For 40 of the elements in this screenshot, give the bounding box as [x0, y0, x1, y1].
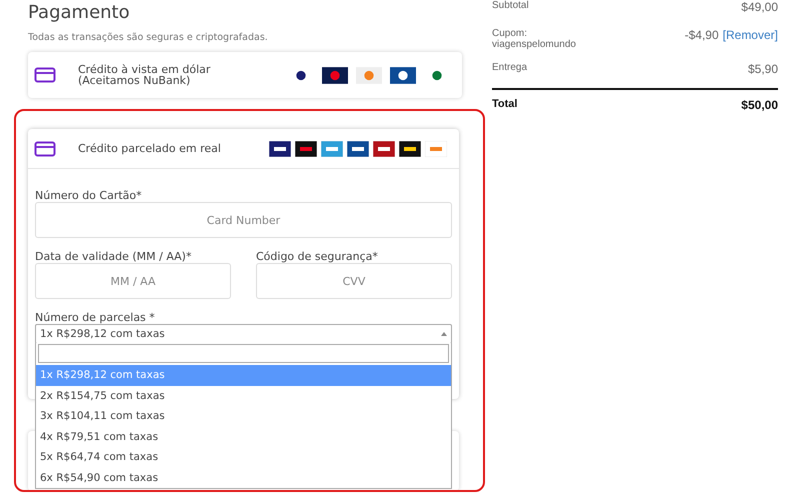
dropdown-option[interactable]: 5x R$64,74 com taxas: [36, 447, 451, 468]
total-value: $50,00: [741, 98, 778, 112]
dropdown-option[interactable]: 4x R$79,51 com taxas: [36, 426, 451, 447]
summary-value: -$4,90: [684, 28, 719, 44]
card-brand-icon: [321, 140, 343, 156]
card-brand-icon: [425, 140, 447, 156]
summary-label: Subtotal: [492, 0, 529, 13]
field-label: Número do Cartão*: [35, 189, 143, 202]
dropdown-option[interactable]: 2x R$154,75 com taxas: [36, 386, 451, 406]
dropdown-option[interactable]: 6x R$54,90 com taxas: [36, 468, 451, 488]
card-brand-icon: [373, 140, 395, 156]
dropdown-option[interactable]: 3x R$104,11 com taxas: [36, 406, 451, 426]
card-number-field[interactable]: Card Number: [35, 202, 452, 238]
summary-value: $5,90: [748, 62, 778, 76]
card-brand-icon: [356, 66, 382, 84]
field-label: Número de parcelas *: [35, 311, 156, 324]
caret-icon: [441, 332, 447, 336]
card-brand-icon: [390, 66, 416, 84]
expiry-field[interactable]: MM / AA: [35, 263, 231, 299]
remove-link[interactable]: [Remover]: [722, 28, 778, 50]
card-brand-icon: [399, 140, 421, 156]
card-brand-icon: [269, 140, 291, 156]
field-label: Código de segurança*: [256, 250, 379, 263]
summary-label: Cupom: viagenspelomundo: [492, 28, 576, 50]
payment-option[interactable]: Crédito à vista em dólar (Aceitamos NuBank): [28, 52, 462, 98]
summary-label: Entrega: [492, 62, 528, 75]
card-brand-icon: [347, 140, 369, 156]
option-label: Crédito à vista em dólar (Aceitamos NuBank): [78, 64, 212, 86]
option-label: Crédito parcelado em real: [78, 143, 222, 154]
total-label: Total: [492, 98, 518, 112]
security-code-field[interactable]: CVV: [256, 263, 452, 299]
summary-value: $49,00: [741, 0, 778, 14]
credit-card-icon: [34, 140, 56, 156]
search-field[interactable]: [38, 344, 449, 363]
security-note: Todas as transações são seguras e criptografadas.: [28, 32, 269, 43]
card-brand-icon: [322, 66, 348, 84]
card-brand-icon: [295, 140, 317, 156]
credit-card-icon: [34, 67, 56, 83]
field-label: Data de validade (MM / AA)*: [35, 250, 192, 263]
section-title: Pagamento: [28, 2, 131, 24]
